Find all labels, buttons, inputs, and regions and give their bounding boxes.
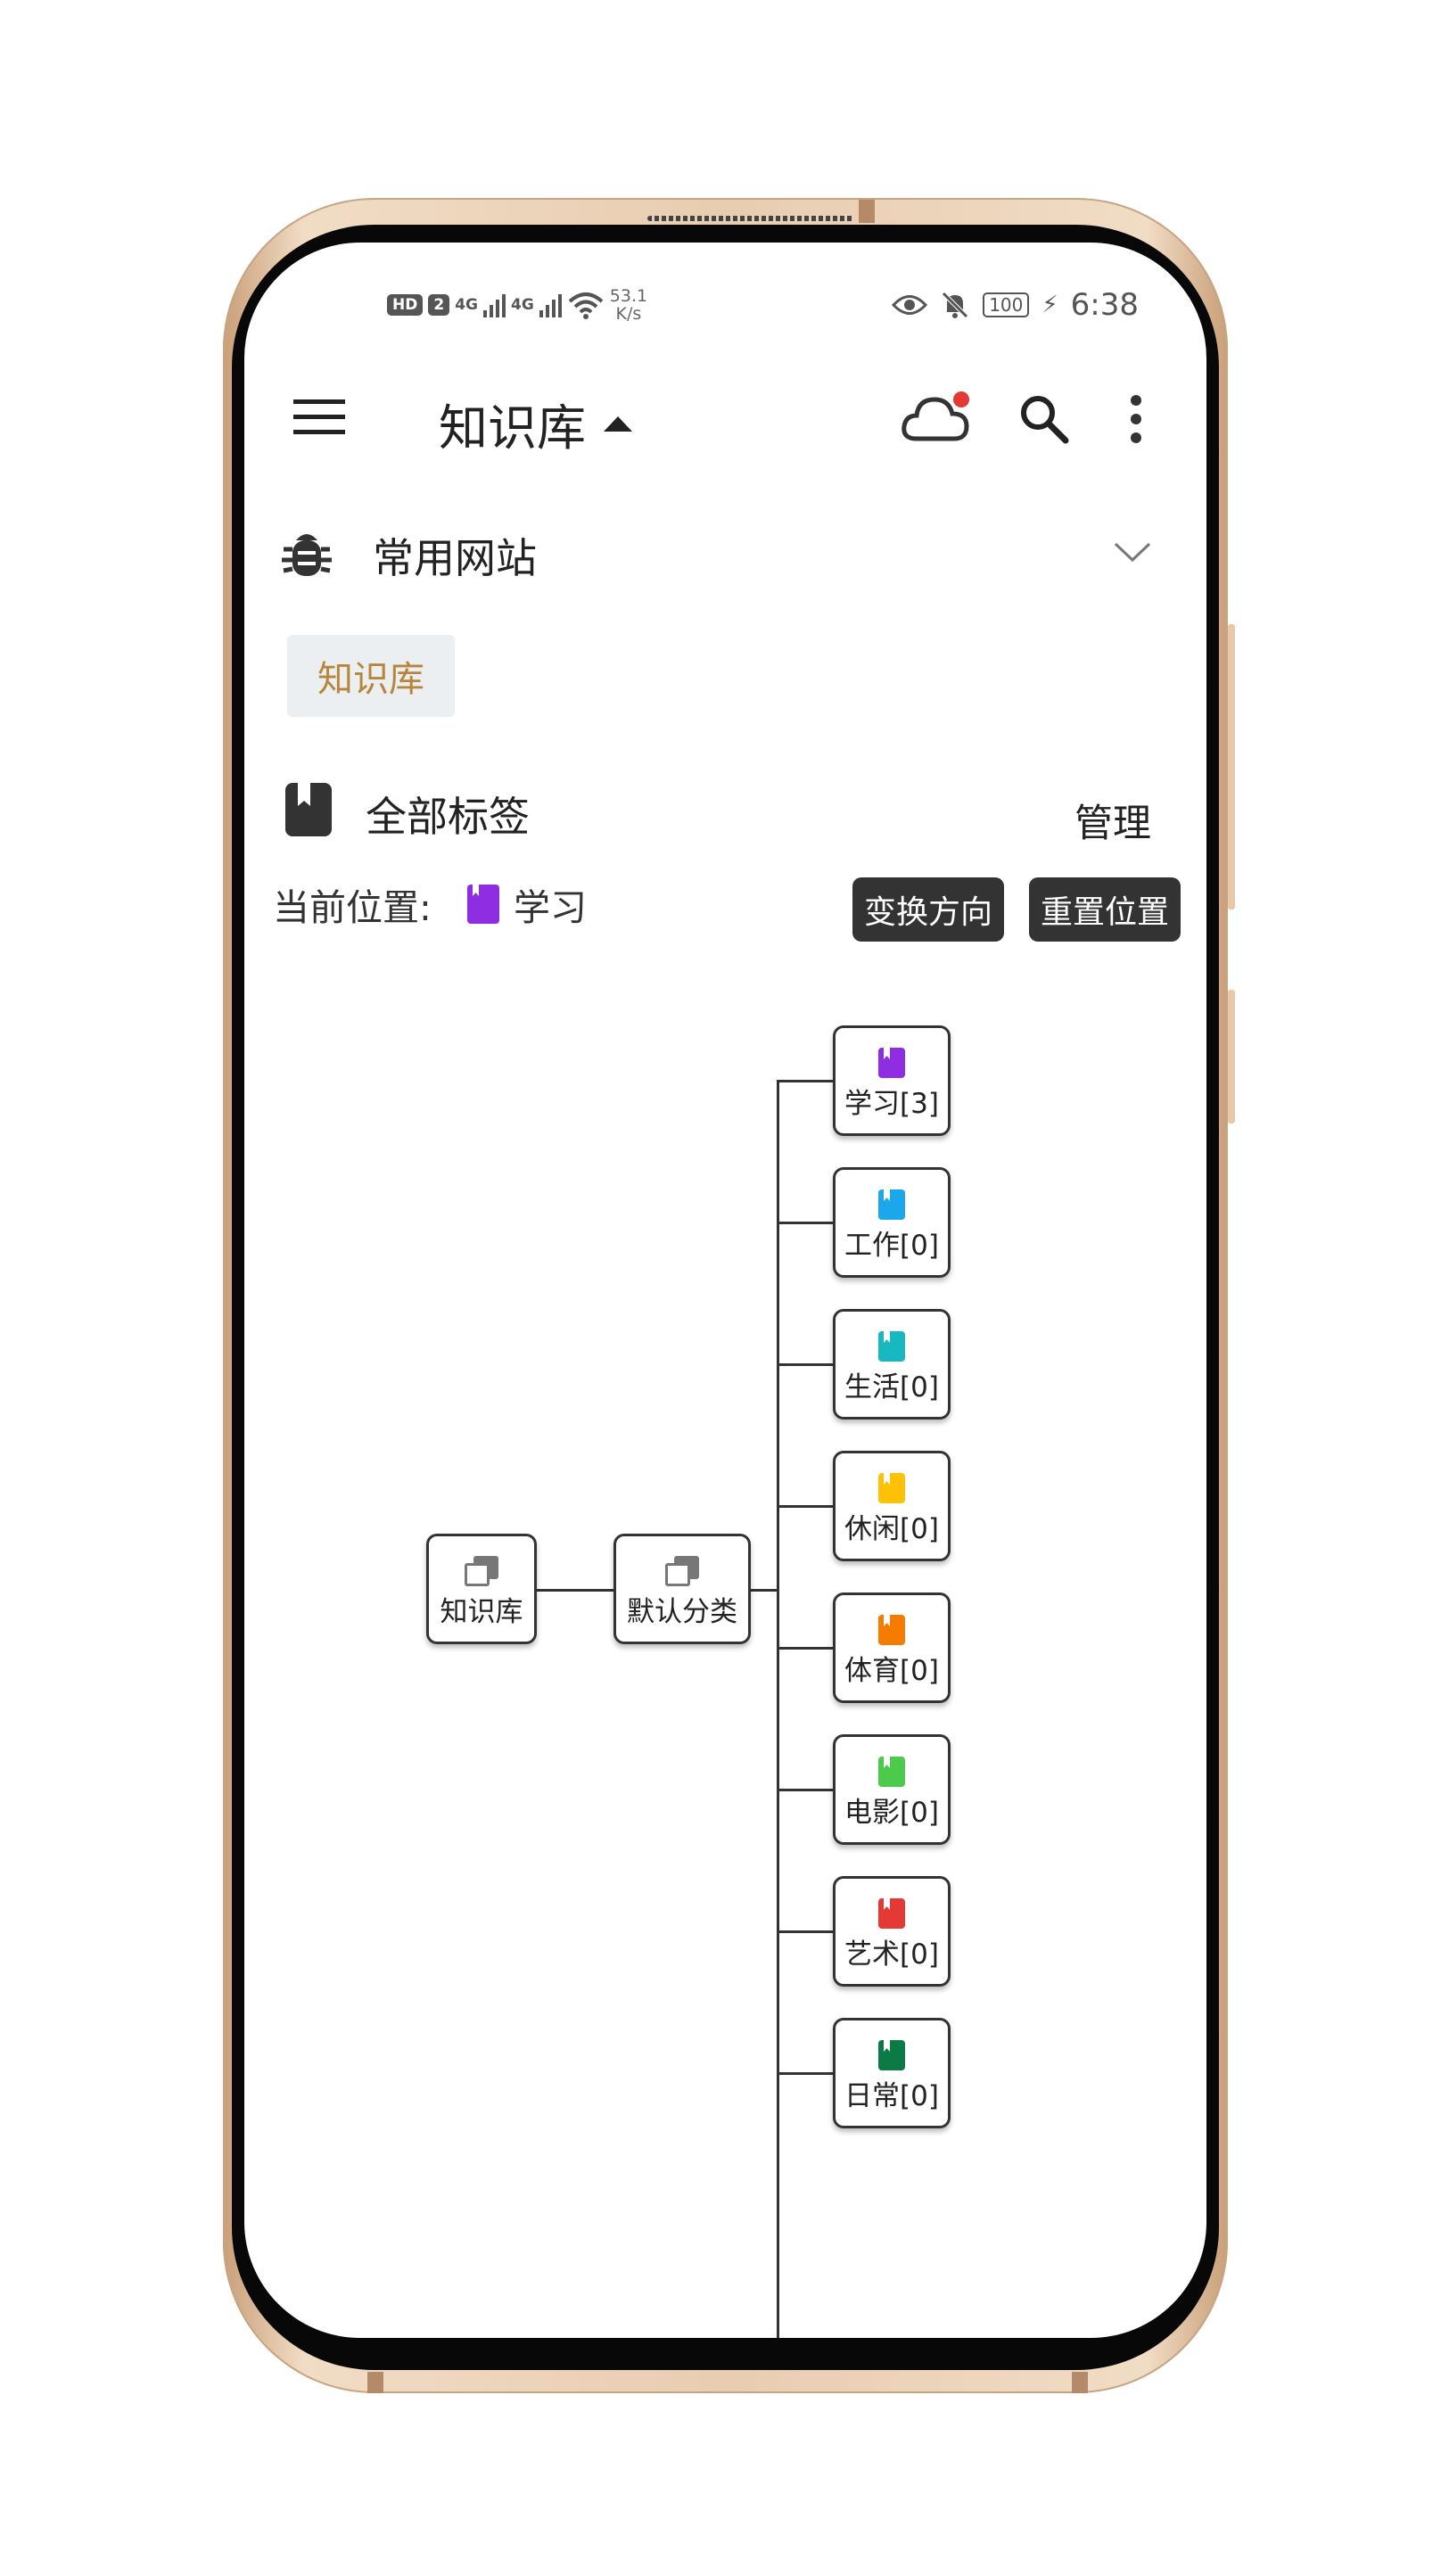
node-label: 体育[0] [844,1655,939,1687]
tree-connector [777,1930,833,1933]
tree-connector [777,1222,833,1224]
node-label: 工作[0] [844,1230,939,1262]
volume-button [1228,624,1235,909]
tree-node-tag[interactable]: 体育[0] [833,1593,951,1703]
antenna-band [859,200,875,223]
tree-node-tag[interactable]: 学习[3] [833,1025,951,1136]
antenna-band [367,2372,383,2393]
tree-connector [777,2072,833,2075]
node-label: 默认分类 [627,1596,737,1628]
tree-connector [535,1589,613,1592]
node-label: 日常[0] [844,2080,939,2112]
tree-node-tag[interactable]: 电影[0] [833,1734,951,1845]
node-label: 艺术[0] [844,1938,939,1971]
tree-node-tag[interactable]: 休闲[0] [833,1451,951,1561]
tree-connector [749,1589,778,1592]
tree-connector [777,1080,833,1082]
tag-bookmark-icon [878,1048,905,1078]
tree-node-tag[interactable]: 日常[0] [833,2018,951,2128]
tree-connector [777,1363,833,1366]
tree-node-root[interactable]: 知识库 [426,1534,537,1644]
tree-connector [777,1080,779,2338]
app-screen: HD 2 4G 4G 53.1 K/s 100 ⚡ 6:38 知识库 常用网站 … [244,243,1206,2338]
tag-bookmark-icon [878,2040,905,2070]
library-icon [465,1556,498,1586]
tag-bookmark-icon [878,1473,905,1503]
node-label: 生活[0] [844,1371,939,1403]
tag-bookmark-icon [878,1331,905,1362]
power-button [1228,990,1235,1123]
tag-bookmark-icon [878,1615,905,1645]
earpiece-speaker [647,216,854,221]
node-label: 学习[3] [844,1088,939,1120]
tree-node-category[interactable]: 默认分类 [613,1534,751,1644]
node-label: 电影[0] [844,1797,939,1829]
tag-tree: 知识库 默认分类 学习[3] 工作[0] 生活[0] 休闲[0] 体育[0] 电影[0] 艺… [244,243,1206,2338]
tree-connector [777,1647,833,1650]
tree-node-tag[interactable]: 生活[0] [833,1309,951,1420]
antenna-band [1072,2372,1088,2393]
tree-connector [777,1505,833,1508]
tree-node-tag[interactable]: 艺术[0] [833,1876,951,1987]
tag-bookmark-icon [878,1757,905,1787]
tag-bookmark-icon [878,1189,905,1220]
tree-connector [777,1789,833,1791]
node-label: 知识库 [440,1596,523,1628]
tree-node-tag[interactable]: 工作[0] [833,1167,951,1278]
library-icon [665,1556,699,1586]
tag-bookmark-icon [878,1898,905,1929]
node-label: 休闲[0] [844,1513,939,1545]
